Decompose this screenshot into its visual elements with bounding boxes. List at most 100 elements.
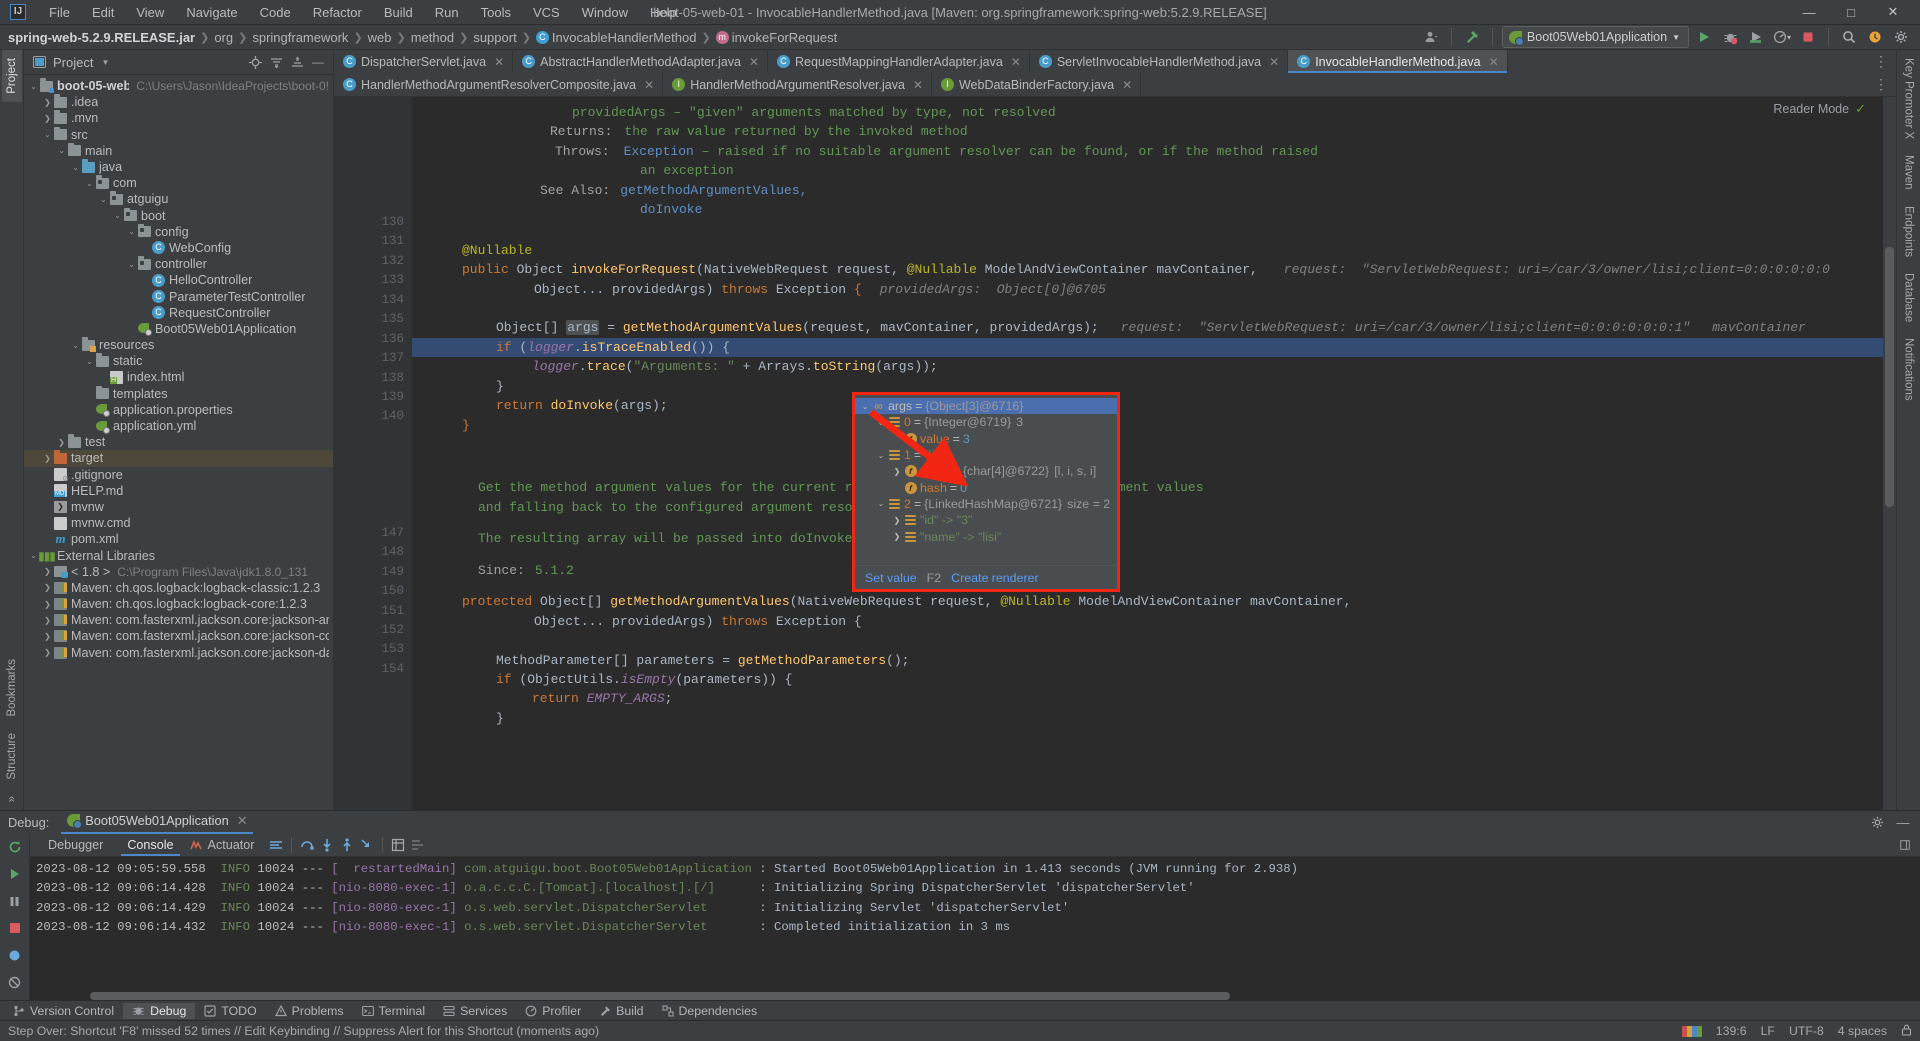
- tree-expand-arrow-icon[interactable]: ⌄: [28, 82, 39, 91]
- close-icon[interactable]: ✕: [1269, 55, 1279, 69]
- debug-variable-row[interactable]: ❯fvalue={char[4]@6722}[l, i, s, i]: [855, 463, 1117, 479]
- tree-item[interactable]: ⌄main: [24, 143, 333, 159]
- editor-tab[interactable]: IWebDataBinderFactory.java✕: [932, 73, 1141, 96]
- locate-icon[interactable]: [246, 53, 264, 71]
- minimize-button[interactable]: —: [1788, 0, 1830, 25]
- tree-item[interactable]: application.yml: [24, 418, 333, 434]
- debug-expand-arrow-icon[interactable]: ⌄: [875, 499, 887, 508]
- tab-actuator[interactable]: Actuator: [206, 835, 267, 855]
- menu-tools[interactable]: Tools: [470, 2, 522, 23]
- tree-item[interactable]: .gitignore: [24, 467, 333, 483]
- close-icon[interactable]: ✕: [644, 78, 654, 92]
- debug-variable-row[interactable]: ❯"name" -> "lisi": [855, 528, 1117, 544]
- hammer-build-icon[interactable]: [1461, 26, 1483, 48]
- tree-expand-arrow-icon[interactable]: ❯: [42, 114, 53, 123]
- tree-expand-arrow-icon[interactable]: ⌄: [84, 179, 95, 188]
- code-editor[interactable]: 130 131 132 133 134 135 136 137 138 139 …: [334, 97, 1896, 810]
- expand-console-icon[interactable]: [1900, 838, 1920, 852]
- tab-debugger[interactable]: Debugger: [36, 835, 115, 855]
- layout-settings-icon[interactable]: [408, 838, 428, 852]
- profile-button[interactable]: ▾: [1771, 26, 1793, 48]
- tree-expand-arrow-icon[interactable]: ⌄: [70, 163, 81, 172]
- tab-console[interactable]: Console: [115, 835, 185, 855]
- tree-item[interactable]: ⌄static: [24, 353, 333, 369]
- menu-code[interactable]: Code: [249, 2, 302, 23]
- step-over-icon[interactable]: [297, 838, 317, 852]
- breadcrumb-jar[interactable]: spring-web-5.2.9.RELEASE.jar: [8, 30, 195, 45]
- tree-item[interactable]: mvnw.cmd: [24, 515, 333, 531]
- tool-window-build[interactable]: Build: [590, 1003, 652, 1019]
- debug-variable-row[interactable]: ⌄1="lisi": [855, 447, 1117, 463]
- search-everywhere-icon[interactable]: [1838, 26, 1860, 48]
- menu-run[interactable]: Run: [424, 2, 470, 23]
- project-tree[interactable]: ⌄boot-05-web-01C:\Users\Jason\IdeaProjec…: [24, 75, 333, 810]
- tree-expand-arrow-icon[interactable]: ❯: [56, 438, 67, 447]
- tree-expand-arrow-icon[interactable]: ❯: [42, 648, 53, 657]
- menu-edit[interactable]: Edit: [81, 2, 125, 23]
- close-icon[interactable]: ✕: [1011, 55, 1021, 69]
- debug-variable-row[interactable]: ⌄2={LinkedHashMap@6721}size = 2: [855, 496, 1117, 512]
- debug-variable-row[interactable]: ⌄∞args={Object[3]@6716}: [855, 398, 1117, 414]
- tree-item[interactable]: ⌄▮▮▮External Libraries: [24, 547, 333, 563]
- maximize-button[interactable]: □: [1830, 0, 1872, 25]
- breadcrumb-web[interactable]: web: [368, 30, 392, 45]
- tree-item[interactable]: ⌄resources: [24, 337, 333, 353]
- debug-value-popup[interactable]: ⌄∞args={Object[3]@6716}⌄0={Integer@6719}…: [852, 392, 1120, 592]
- editor-tab[interactable]: CHandlerMethodArgumentResolverComposite.…: [334, 73, 663, 96]
- close-icon[interactable]: ✕: [749, 55, 759, 69]
- tree-item[interactable]: ❯.idea: [24, 94, 333, 110]
- editor-tab[interactable]: CDispatcherServlet.java✕: [334, 50, 513, 73]
- menu-file[interactable]: File: [38, 2, 81, 23]
- sidebar-item-project[interactable]: Project: [2, 50, 22, 102]
- tree-item[interactable]: CHelloController: [24, 272, 333, 288]
- tree-item[interactable]: index.html: [24, 369, 333, 385]
- close-icon[interactable]: ✕: [913, 78, 923, 92]
- stop-icon[interactable]: [6, 919, 24, 937]
- tree-expand-arrow-icon[interactable]: ❯: [42, 632, 53, 641]
- debug-console-output[interactable]: 2023-08-12 09:05:59.558 INFO 10024 --- […: [30, 857, 1920, 1000]
- tree-item[interactable]: CRequestController: [24, 305, 333, 321]
- run-button[interactable]: [1693, 26, 1715, 48]
- close-icon[interactable]: ✕: [237, 813, 248, 829]
- resume-program-icon[interactable]: [6, 865, 24, 883]
- debug-expand-arrow-icon[interactable]: ⌄: [859, 402, 871, 411]
- tree-expand-arrow-icon[interactable]: ❯: [42, 98, 53, 107]
- debug-expand-arrow-icon[interactable]: ❯: [891, 532, 903, 541]
- sidebar-item-notifications[interactable]: Notifications: [1899, 330, 1919, 409]
- menu-view[interactable]: View: [125, 2, 175, 23]
- tree-expand-arrow-icon[interactable]: ⌄: [98, 195, 109, 204]
- menu-refactor[interactable]: Refactor: [302, 2, 373, 23]
- sidebar-item-structure[interactable]: Structure: [2, 725, 22, 788]
- tree-item[interactable]: ❯Maven: com.fasterxml.jackson.core:jacks…: [24, 645, 333, 661]
- tool-window-problems[interactable]: Problems: [266, 1003, 353, 1019]
- tool-window-debug[interactable]: Debug: [123, 1003, 195, 1019]
- tree-expand-arrow-icon[interactable]: ❯: [42, 583, 53, 592]
- editor-scrollbar[interactable]: [1883, 97, 1896, 810]
- tree-item[interactable]: ⌄atguigu: [24, 191, 333, 207]
- menu-help[interactable]: Help: [639, 2, 688, 23]
- line-separator[interactable]: LF: [1761, 1024, 1775, 1038]
- debug-expand-arrow-icon[interactable]: ⌄: [875, 451, 887, 460]
- console-scroll-thumb[interactable]: [90, 992, 1230, 1000]
- tree-item[interactable]: ❯.mvn: [24, 110, 333, 126]
- settings-gear-icon[interactable]: [1868, 813, 1886, 831]
- close-button[interactable]: ✕: [1872, 0, 1914, 25]
- tree-item[interactable]: application.properties: [24, 402, 333, 418]
- step-into-icon[interactable]: [317, 838, 337, 852]
- debug-expand-arrow-icon[interactable]: ⌄: [875, 418, 887, 427]
- debug-variable-row[interactable]: fvalue=3: [855, 431, 1117, 447]
- tree-expand-arrow-icon[interactable]: ⌄: [42, 130, 53, 139]
- hide-window-icon[interactable]: —: [1894, 813, 1912, 831]
- updates-icon[interactable]: [1864, 26, 1886, 48]
- close-icon[interactable]: ✕: [1489, 55, 1499, 69]
- menu-vcs[interactable]: VCS: [522, 2, 571, 23]
- sidebar-item-key-promoter-x[interactable]: Key Promoter X: [1899, 50, 1919, 147]
- tool-window-services[interactable]: Services: [434, 1003, 516, 1019]
- tree-expand-arrow-icon[interactable]: ⌄: [56, 146, 67, 155]
- evaluate-expression-icon[interactable]: [388, 838, 408, 852]
- tree-expand-arrow-icon[interactable]: ❯: [42, 454, 53, 463]
- lock-icon[interactable]: [1901, 1024, 1912, 1039]
- stop-button[interactable]: [1797, 26, 1819, 48]
- debug-variable-row[interactable]: ⌄0={Integer@6719}3: [855, 414, 1117, 430]
- pause-icon[interactable]: [6, 892, 24, 910]
